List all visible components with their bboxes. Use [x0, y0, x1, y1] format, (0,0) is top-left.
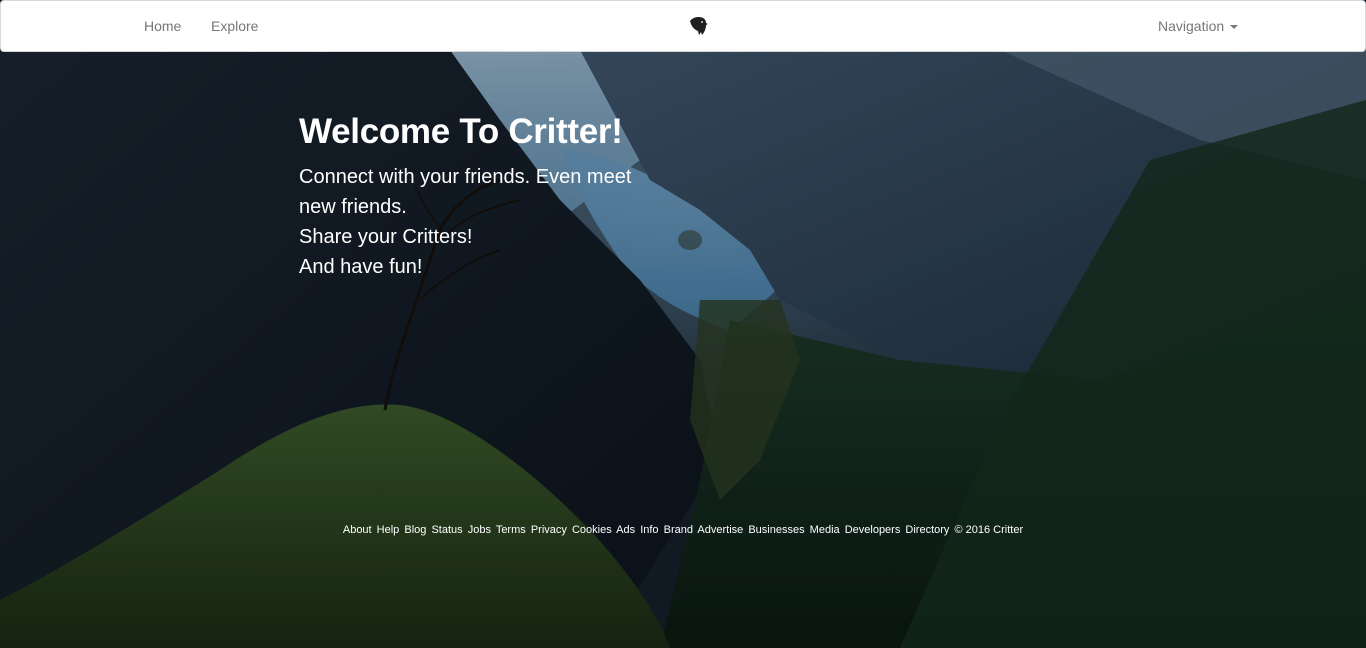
footer-link-directory[interactable]: Directory	[905, 524, 949, 536]
footer-link-media[interactable]: Media	[810, 524, 840, 536]
landscape-svg	[0, 0, 1366, 648]
hero-line-connect: Connect with your friends. Even meet new…	[299, 166, 632, 218]
footer-link-ads[interactable]: Ads	[616, 524, 635, 536]
navigation-dropdown-label: Navigation	[1158, 18, 1225, 34]
nav-link-explore[interactable]: Explore	[211, 1, 258, 51]
footer-link-privacy[interactable]: Privacy	[531, 524, 567, 536]
hero-line-fun: And have fun!	[299, 256, 423, 278]
footer-link-status[interactable]: Status	[431, 524, 462, 536]
footer-link-jobs[interactable]: Jobs	[468, 524, 491, 536]
footer-link-info[interactable]: Info	[640, 524, 658, 536]
hero-title: Welcome To Critter!	[299, 112, 623, 151]
footer-link-help[interactable]: Help	[377, 524, 400, 536]
footer-link-advertise[interactable]: Advertise	[697, 524, 743, 536]
background-landscape-image	[0, 0, 1366, 648]
hero-line-share: Share your Critters!	[299, 226, 473, 248]
footer-link-cookies[interactable]: Cookies	[572, 524, 612, 536]
footer-link-blog[interactable]: Blog	[404, 524, 426, 536]
nav-link-home[interactable]: Home	[144, 1, 181, 51]
footer-link-terms[interactable]: Terms	[496, 524, 526, 536]
page: Home Explore Navigation Welcome To Critt…	[0, 0, 1366, 648]
footer-copyright: © 2016 Critter	[954, 524, 1024, 536]
navigation-dropdown-toggle[interactable]: Navigation	[1158, 1, 1239, 51]
caret-down-icon	[1230, 25, 1239, 30]
footer: About Help Blog Status Jobs Terms Privac…	[0, 520, 1366, 538]
footer-link-brand[interactable]: Brand	[664, 524, 693, 536]
footer-links: About Help Blog Status Jobs Terms Privac…	[343, 524, 1023, 536]
top-navbar: Home Explore Navigation	[0, 0, 1366, 52]
hero-section: Welcome To Critter! Connect with your fr…	[299, 110, 659, 282]
footer-link-developers[interactable]: Developers	[845, 524, 901, 536]
raven-logo-icon[interactable]	[687, 15, 709, 37]
footer-link-about[interactable]: About	[343, 524, 372, 536]
footer-link-businesses[interactable]: Businesses	[748, 524, 804, 536]
